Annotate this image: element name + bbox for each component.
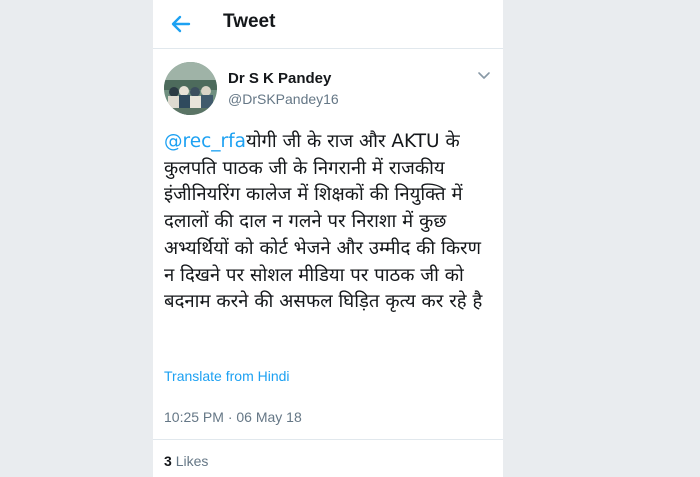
page-title: Tweet xyxy=(223,11,276,32)
back-arrow-icon[interactable] xyxy=(169,12,193,36)
tweet-text: @rec_rfaयोगी जी के राज और AKTU के कुलपति… xyxy=(164,129,494,316)
tweet-timestamp[interactable]: 10:25 PM · 06 May 18 xyxy=(164,409,302,425)
likes-stat[interactable]: 3 Likes xyxy=(164,453,208,469)
mention-link[interactable]: @rec_rfa xyxy=(164,131,246,152)
avatar[interactable] xyxy=(164,62,217,115)
tweet-body: योगी जी के राज और AKTU के कुलपति पाठक जी… xyxy=(164,131,483,313)
author-handle[interactable]: @DrSKPandey16 xyxy=(228,91,339,107)
top-bar: Tweet xyxy=(153,0,503,49)
likes-label: Likes xyxy=(175,453,209,469)
tweet-detail-panel: Tweet Dr S K Pandey @DrSKPandey16 @rec_r… xyxy=(153,0,503,477)
author-name[interactable]: Dr S K Pandey xyxy=(228,70,331,87)
divider xyxy=(153,439,503,440)
chevron-down-icon[interactable] xyxy=(477,68,491,82)
translate-link[interactable]: Translate from Hindi xyxy=(164,368,290,384)
likes-count: 3 xyxy=(164,453,172,469)
